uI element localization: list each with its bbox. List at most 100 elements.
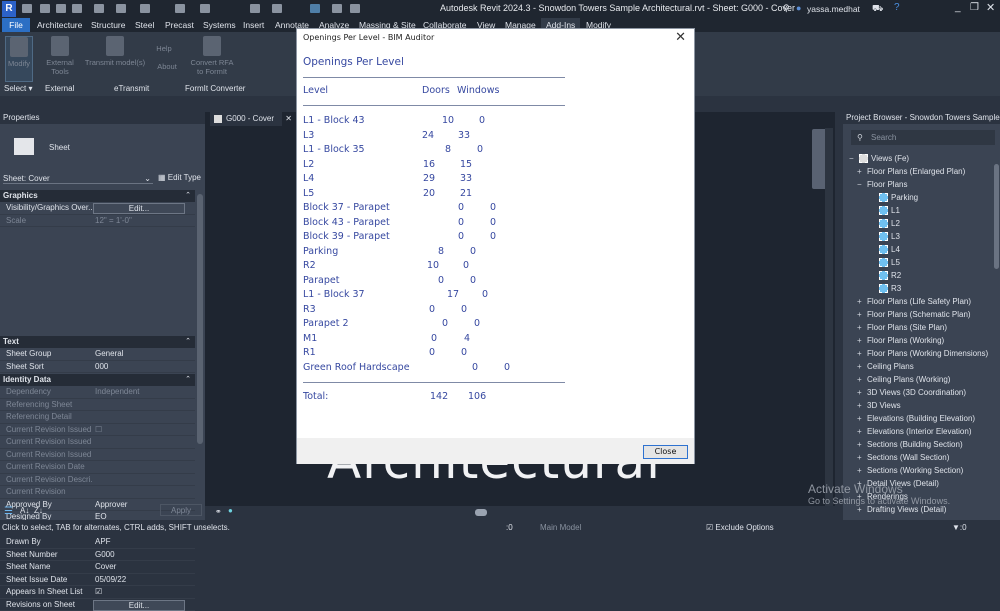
undo-icon[interactable]: [94, 4, 104, 13]
report-heading: Openings Per Level: [303, 56, 404, 68]
browser-scrollbar[interactable]: [994, 164, 999, 269]
tab-architecture[interactable]: Architecture: [32, 18, 87, 32]
apply-button[interactable]: Apply: [160, 504, 202, 516]
tree-node-floor-plan[interactable]: R3: [849, 282, 991, 295]
tree-node[interactable]: +Floor Plans (Enlarged Plan): [849, 165, 991, 178]
cart-icon[interactable]: ⛟: [872, 3, 883, 15]
tab-file[interactable]: File: [2, 18, 30, 32]
convert-rfa-button[interactable]: Convert RFA to FormIt: [188, 36, 236, 76]
user-name[interactable]: yassa.medhat: [807, 4, 860, 14]
dimension-icon[interactable]: [200, 4, 210, 13]
panel-select[interactable]: Select ▾: [4, 84, 32, 93]
tab-steel[interactable]: Steel: [130, 18, 159, 32]
print-icon[interactable]: [140, 4, 150, 13]
close-tab-icon[interactable]: ✕: [285, 112, 292, 126]
binoculars-icon[interactable]: ⚭: [215, 507, 222, 516]
exclude-options-checkbox[interactable]: ☑ Exclude Options: [706, 520, 774, 536]
door-count: 0: [458, 231, 464, 242]
checkbox[interactable]: ☑: [95, 586, 102, 598]
revit-logo[interactable]: R: [2, 1, 16, 17]
tree-node[interactable]: +3D Views (3D Coordination): [849, 386, 991, 399]
tree-node[interactable]: +Floor Plans (Working Dimensions): [849, 347, 991, 360]
collapse-icon[interactable]: ⌃: [185, 190, 191, 202]
view-tab-g000[interactable]: G000 - Cover✕: [210, 112, 282, 126]
tree-node-floor-plan[interactable]: L2: [849, 217, 991, 230]
sort-za-icon[interactable]: Z↓: [34, 506, 43, 515]
collapse-icon[interactable]: ⌃: [185, 374, 191, 386]
section-graphics[interactable]: Graphics⌃: [0, 190, 195, 202]
tree-node[interactable]: +Sections (Working Section): [849, 464, 991, 477]
tree-node-floor-plan[interactable]: L4: [849, 243, 991, 256]
tree-node[interactable]: +Elevations (Building Elevation): [849, 412, 991, 425]
close-window-icon[interactable]: ✕: [986, 1, 995, 14]
tree-node[interactable]: −Floor Plans: [849, 178, 991, 191]
tree-node[interactable]: +3D Views: [849, 399, 991, 412]
3d-view-icon[interactable]: [272, 4, 282, 13]
tab-precast[interactable]: Precast: [160, 18, 199, 32]
save-icon[interactable]: [56, 4, 66, 13]
tree-node[interactable]: +Sections (Wall Section): [849, 451, 991, 464]
dialog-close-icon[interactable]: ✕: [675, 30, 686, 45]
help-button[interactable]: Help: [152, 44, 176, 53]
activate-windows-watermark: Activate WindowsGo to Settings to activa…: [808, 482, 950, 506]
level-row: L1 - Block 3580: [303, 144, 563, 159]
measure-icon[interactable]: [175, 4, 185, 13]
tree-node-views[interactable]: −Views (Fe): [849, 152, 991, 165]
sync-icon[interactable]: [72, 4, 82, 13]
about-button[interactable]: About: [152, 62, 182, 71]
categorize-icon[interactable]: ☰: [4, 506, 13, 517]
edit-button[interactable]: Edit...: [93, 600, 185, 611]
checkbox[interactable]: ☐: [95, 424, 102, 436]
tree-node[interactable]: +Ceiling Plans: [849, 360, 991, 373]
minimize-icon[interactable]: _: [955, 2, 961, 13]
horizontal-scroll-thumb[interactable]: [475, 509, 487, 516]
binoculars-icon[interactable]: ⚲: [783, 3, 790, 14]
tree-node[interactable]: +Sections (Building Section): [849, 438, 991, 451]
switch-windows-icon[interactable]: [350, 4, 360, 13]
tab-structure[interactable]: Structure: [86, 18, 131, 32]
design-option-selector[interactable]: Main Model: [540, 520, 581, 536]
worksets-count[interactable]: :0: [506, 520, 513, 536]
properties-scrollbar[interactable]: [197, 194, 203, 444]
section-text[interactable]: Text⌃: [0, 336, 195, 348]
collapse-icon[interactable]: ⌃: [185, 336, 191, 348]
edit-button[interactable]: Edit...: [93, 203, 185, 214]
tree-node-floor-plan[interactable]: L1: [849, 204, 991, 217]
tree-node[interactable]: +Floor Plans (Schematic Plan): [849, 308, 991, 321]
section-identity-data[interactable]: Identity Data⌃: [0, 374, 195, 386]
text-icon[interactable]: [250, 4, 260, 13]
tree-node[interactable]: +Floor Plans (Life Safety Plan): [849, 295, 991, 308]
edit-type-button[interactable]: ▦ Edit Type: [158, 173, 201, 182]
type-name[interactable]: Sheet: [49, 143, 70, 152]
tree-node-floor-plan[interactable]: R2: [849, 269, 991, 282]
tree-node[interactable]: +Floor Plans (Working): [849, 334, 991, 347]
light-bulb-icon[interactable]: ●: [228, 506, 233, 515]
tree-node-floor-plan[interactable]: L5: [849, 256, 991, 269]
browser-search-input[interactable]: ⚲Search: [851, 130, 995, 145]
close-button[interactable]: Close: [643, 445, 688, 459]
sort-az-icon[interactable]: A↓: [20, 506, 29, 515]
thin-lines-icon[interactable]: [310, 4, 320, 13]
window-title: Autodesk Revit 2024.3 - Snowdon Towers S…: [440, 3, 795, 13]
instance-selector[interactable]: Sheet: Cover⌄: [3, 174, 153, 184]
tree-node-floor-plan[interactable]: L3: [849, 230, 991, 243]
help-icon[interactable]: ?: [894, 2, 900, 13]
level-name: Parapet: [303, 275, 339, 286]
level-name: R1: [303, 347, 316, 358]
modify-button[interactable]: Modify: [5, 36, 33, 82]
tree-node[interactable]: +Floor Plans (Site Plan): [849, 321, 991, 334]
open-icon[interactable]: [40, 4, 50, 13]
restore-icon[interactable]: ❐: [970, 2, 979, 13]
tab-systems[interactable]: Systems: [198, 18, 241, 32]
redo-icon[interactable]: [116, 4, 126, 13]
tree-node[interactable]: +Ceiling Plans (Working): [849, 373, 991, 386]
transmit-models-button[interactable]: Transmit model(s): [82, 36, 148, 67]
external-tools-button[interactable]: External Tools: [42, 36, 78, 76]
filter-count[interactable]: ▼:0: [952, 520, 967, 536]
close-hidden-icon[interactable]: [332, 4, 342, 13]
tab-insert[interactable]: Insert: [238, 18, 269, 32]
canvas-scrollbar-v[interactable]: [825, 128, 833, 518]
tree-node-floor-plan[interactable]: Parking: [849, 191, 991, 204]
tree-node[interactable]: +Elevations (Interior Elevation): [849, 425, 991, 438]
home-icon[interactable]: [22, 4, 32, 13]
